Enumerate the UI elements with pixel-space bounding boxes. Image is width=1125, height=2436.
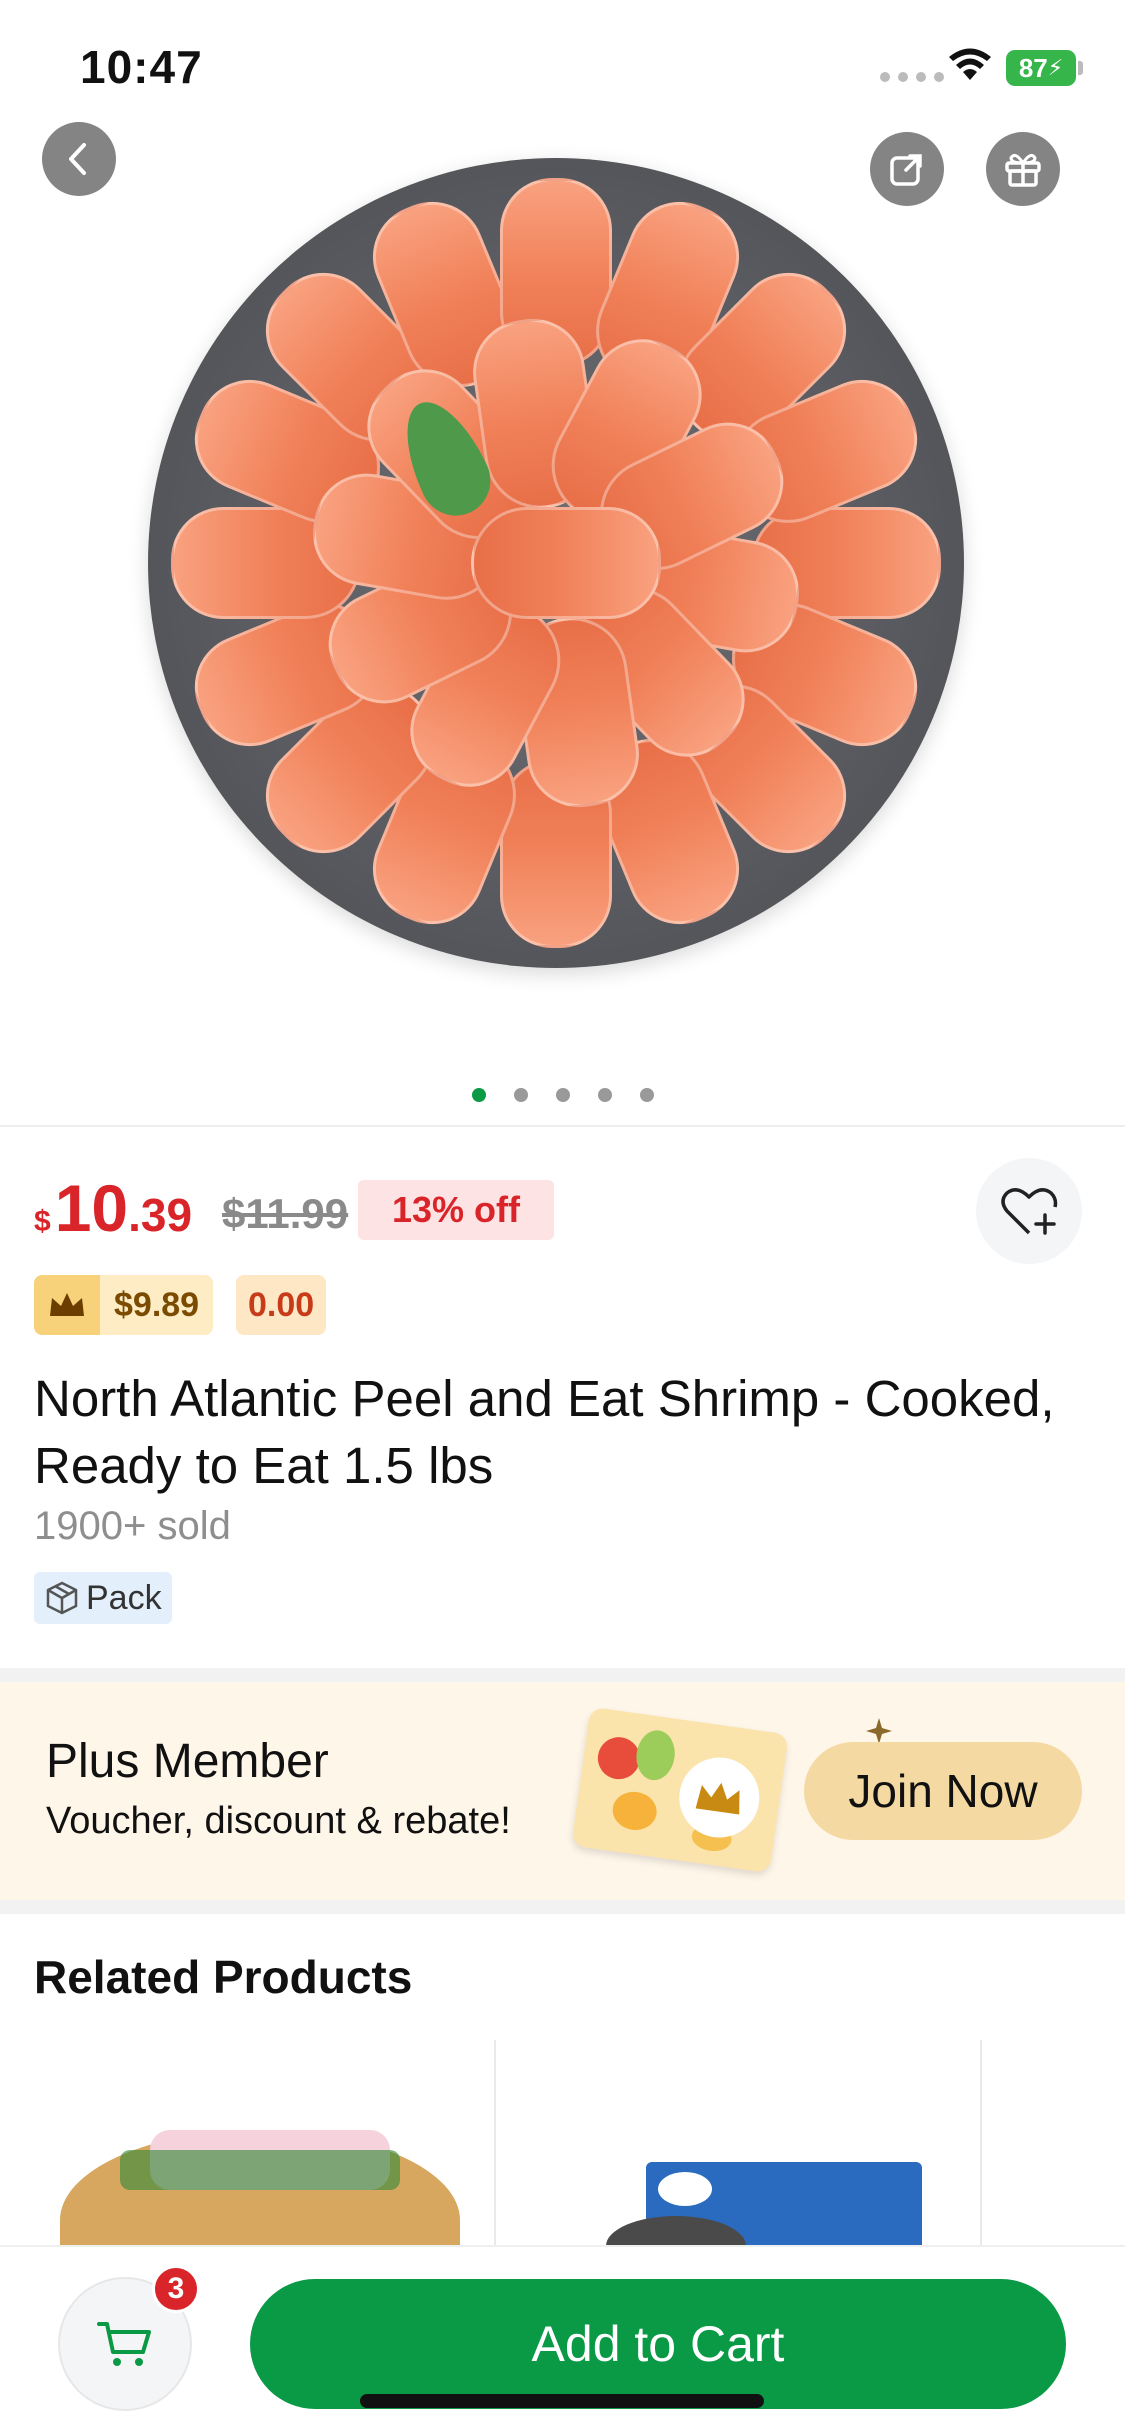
carousel-dot[interactable] (555, 1088, 570, 1102)
plus-member-subtitle: Voucher, discount & rebate! (46, 1800, 511, 1842)
shrimp-plate-image (148, 158, 964, 968)
carousel-dot[interactable] (639, 1088, 654, 1102)
product-title: North Atlantic Peel and Eat Shrimp - Coo… (34, 1370, 1055, 1494)
back-button[interactable] (42, 122, 116, 196)
member-price-badge: $9.89 (34, 1275, 214, 1335)
add-to-cart-button[interactable]: Add to Cart (250, 2279, 1066, 2409)
chevron-left-icon (69, 143, 86, 175)
related-products-list (0, 2040, 1125, 2250)
gift-icon (1005, 153, 1041, 187)
related-product-card[interactable] (0, 2040, 494, 2250)
price-decimal: .39 (128, 1189, 193, 1241)
original-price: $11.99 (222, 1190, 349, 1237)
wifi-icon (949, 48, 991, 80)
related-products-title: Related Products (34, 1951, 413, 2003)
price-integer: 10 (54, 1171, 129, 1245)
box-icon (46, 1581, 78, 1615)
heart-plus-icon (1001, 1188, 1058, 1235)
plus-member-banner[interactable]: Plus Member Voucher, discount & rebate! … (0, 1682, 1125, 1900)
points-badge: 0.00 (236, 1275, 327, 1335)
section-gap (0, 1900, 1125, 1914)
shrimp-illustration (471, 507, 661, 619)
crown-icon (34, 1275, 100, 1335)
carousel-dot[interactable] (471, 1088, 486, 1102)
price-currency: $ (34, 1205, 51, 1238)
sparkle-icon (866, 1718, 892, 1744)
sold-count: 1900+ sold (34, 1504, 231, 1548)
member-price: $9.89 (100, 1275, 214, 1335)
product-image-carousel[interactable] (0, 0, 1125, 1125)
pack-tag: Pack (34, 1572, 172, 1624)
section-gap (0, 1668, 1125, 1682)
share-button[interactable] (870, 132, 944, 206)
pack-label: Pack (86, 1578, 162, 1617)
gift-button[interactable] (986, 132, 1060, 206)
status-time: 10:47 (80, 41, 203, 93)
join-now-button[interactable]: Join Now (804, 1742, 1082, 1840)
carousel-dots (0, 1088, 1125, 1102)
carousel-dot[interactable] (597, 1088, 612, 1102)
battery-cap (1078, 61, 1083, 75)
battery-icon: 87 ⚡ (1006, 50, 1076, 86)
status-bar: 10:47 87 ⚡ (0, 0, 1125, 130)
cellular-signal-icon (880, 72, 944, 82)
current-price: $ 10 .39 (34, 1170, 192, 1246)
add-to-wishlist-button[interactable] (976, 1158, 1082, 1264)
share-icon (890, 154, 922, 186)
crown-icon (674, 1752, 765, 1843)
battery-level: 87 (1018, 52, 1048, 83)
card-divider (980, 2040, 982, 2250)
carousel-dot[interactable] (513, 1088, 528, 1102)
product-thumbnail-detail (658, 2172, 712, 2206)
product-thumbnail-detail (120, 2150, 400, 2190)
cart-icon (97, 2322, 151, 2366)
section-divider (0, 1125, 1125, 1127)
related-product-card[interactable] (496, 2040, 982, 2250)
cart-count-badge: 3 (152, 2265, 200, 2313)
discount-badge: 13% off (358, 1180, 555, 1240)
member-card-illustration (571, 1706, 789, 1874)
home-indicator (360, 2394, 764, 2408)
plus-member-title: Plus Member (46, 1735, 329, 1788)
